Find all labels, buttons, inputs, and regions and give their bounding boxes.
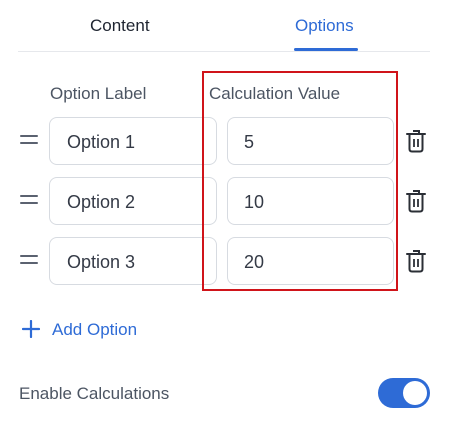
tab-bar: Content Options (0, 0, 449, 52)
calculation-value-highlight (202, 71, 398, 291)
plus-icon (22, 320, 40, 338)
trash-icon[interactable] (406, 249, 426, 273)
option-label-header: Option Label (50, 84, 147, 103)
drag-handle-icon[interactable] (20, 195, 38, 205)
enable-calculations-toggle[interactable] (378, 378, 430, 408)
option-label-input[interactable]: Option 2 (49, 177, 217, 225)
tabs-divider (18, 51, 430, 52)
option-label-input[interactable]: Option 1 (49, 117, 217, 165)
tab-content[interactable]: Content (90, 16, 150, 36)
drag-handle-icon[interactable] (20, 135, 38, 145)
trash-icon[interactable] (406, 129, 426, 153)
toggle-knob (403, 381, 427, 405)
enable-calculations-label: Enable Calculations (19, 384, 170, 403)
option-label-input[interactable]: Option 3 (49, 237, 217, 285)
add-option-label: Add Option (52, 320, 138, 339)
drag-handle-icon[interactable] (20, 255, 38, 265)
trash-icon[interactable] (406, 189, 426, 213)
tab-options[interactable]: Options (295, 16, 354, 36)
